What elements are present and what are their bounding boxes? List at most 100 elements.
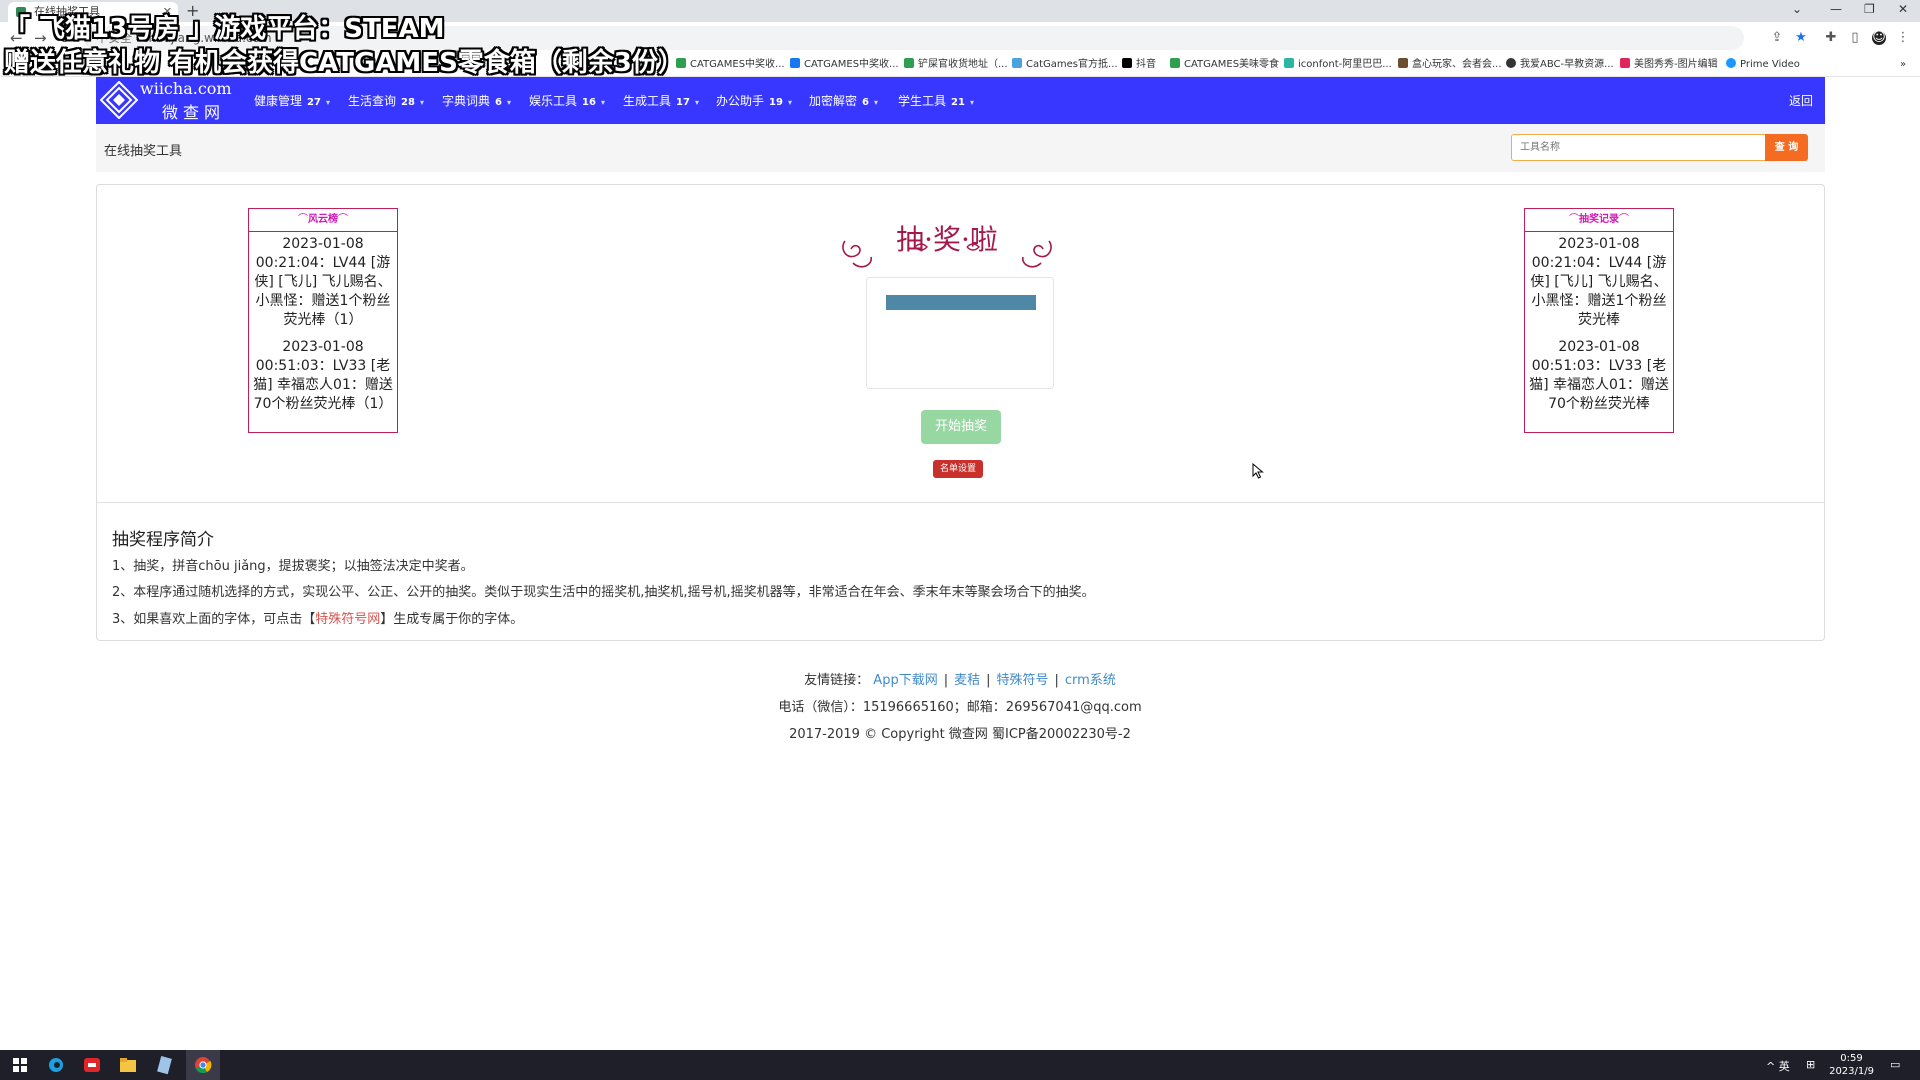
mouse-cursor-icon bbox=[1252, 463, 1264, 479]
stream-overlay-line1: 「 飞猫13号房 」游戏平台：STEAM bbox=[4, 14, 445, 44]
clock-time: 0:59 bbox=[1840, 1053, 1863, 1064]
friend-links: 友情链接： App下载网 | 麦秸 | 特殊符号 | crm系统 bbox=[0, 669, 1920, 688]
nav-menu-life[interactable]: 生活查询 28 ▾ bbox=[348, 92, 424, 109]
tray-input-indicator[interactable]: ^ 英 bbox=[1766, 1058, 1790, 1074]
draw-records-box: ⌒抽奖记录⌒ 2023-01-08 00:21:04：LV44 [游侠] [飞儿… bbox=[1524, 208, 1674, 433]
chevron-down-icon: ▾ bbox=[969, 98, 974, 107]
bookmark-item[interactable]: iconfont-阿里巴巴... bbox=[1284, 57, 1392, 73]
leaderboard-entry: 2023-01-08 00:51:03：LV33 [老猫] 幸福恋人01：赠送7… bbox=[253, 339, 393, 412]
footer-link-special-symbols[interactable]: 特殊符号 bbox=[997, 673, 1049, 688]
chevron-down-icon: ▾ bbox=[325, 98, 330, 107]
back-link[interactable]: 返回 bbox=[1789, 92, 1813, 109]
side-panel-icon[interactable]: ▯ bbox=[1848, 31, 1862, 45]
wiicha-logo-icon[interactable] bbox=[100, 81, 138, 119]
site-navbar: wiicha.com 微查网 健康管理 27 ▾ 生活查询 28 ▾ 字典词典 6 ▾ 娱乐… bbox=[96, 77, 1825, 124]
logo-text-cn: 微查网 bbox=[162, 103, 226, 122]
intro-line-2: 2、本程序通过随机选择的方式，实现公平、公正、公开的抽奖。类似于现实生活中的摇奖… bbox=[112, 585, 1095, 600]
name-list-settings-button[interactable]: 名单设置 bbox=[933, 460, 983, 478]
footer-link-app-download[interactable]: App下载网 bbox=[873, 673, 937, 688]
chrome-browser-icon[interactable] bbox=[193, 1055, 213, 1075]
chevron-down-icon: ▾ bbox=[694, 98, 699, 107]
windows-taskbar: ^ 英 ⊞ 0:59 2023/1/9 ▭ bbox=[0, 1050, 1920, 1080]
restore-icon[interactable]: ❐ bbox=[1864, 2, 1875, 16]
file-explorer-icon[interactable] bbox=[118, 1055, 138, 1075]
start-lottery-button[interactable]: 开始抽奖 bbox=[921, 410, 1001, 444]
nav-menu-office[interactable]: 办公助手 19 ▾ bbox=[716, 92, 792, 109]
footer-link-maijie[interactable]: 麦秸 bbox=[954, 673, 980, 688]
lottery-panel: ⌒风云榜⌒ 2023-01-08 00:21:04：LV44 [游侠] [飞儿]… bbox=[96, 184, 1825, 641]
special-symbols-link[interactable]: 特殊符号网 bbox=[315, 612, 380, 627]
leaderboard-entry: 2023-01-08 00:21:04：LV44 [游侠] [飞儿] 飞儿赐名、… bbox=[254, 236, 392, 328]
stream-overlay-line2: 赠送任意礼物 有机会获得CATGAMES零食箱（剩余3份） bbox=[4, 48, 684, 78]
tab-search-icon[interactable]: ⌄ bbox=[1792, 2, 1802, 16]
nav-menu-entertainment[interactable]: 娱乐工具 16 ▾ bbox=[529, 92, 605, 109]
intro-title: 抽奖程序简介 bbox=[112, 530, 214, 550]
chevron-down-icon: ▾ bbox=[873, 98, 878, 107]
breadcrumb: 在线抽奖工具 bbox=[104, 144, 183, 159]
bookmark-item[interactable]: 盒心玩家、会者会... bbox=[1398, 57, 1502, 73]
panel-divider bbox=[97, 502, 1824, 503]
draw-records-header: ⌒抽奖记录⌒ bbox=[1525, 209, 1673, 232]
draw-record-entry: 2023-01-08 00:51:03：LV33 [老猫] 幸福恋人01：赠送7… bbox=[1529, 339, 1669, 412]
ime-mode-icon[interactable]: ⊞ bbox=[1806, 1058, 1815, 1071]
lottery-title: 抽·奖·啦 bbox=[896, 223, 998, 256]
chevron-down-icon: ▾ bbox=[419, 98, 424, 107]
share-icon[interactable]: ⇪ bbox=[1770, 31, 1784, 45]
footer-link-crm[interactable]: crm系统 bbox=[1065, 673, 1116, 688]
footer-copyright: 2017-2019 © Copyright 微查网 蜀ICP备20002230号… bbox=[789, 727, 1131, 742]
nav-menu-student[interactable]: 学生工具 21 ▾ bbox=[898, 92, 974, 109]
nav-menu-generators[interactable]: 生成工具 17 ▾ bbox=[623, 92, 699, 109]
bookmark-item[interactable]: 美图秀秀-图片编辑 bbox=[1620, 57, 1718, 73]
bookmark-favicon-icon bbox=[1620, 58, 1630, 68]
ornament-icon: ⌒ bbox=[338, 214, 348, 225]
bookmark-favicon-icon bbox=[1284, 58, 1294, 68]
breadcrumb-bar: 在线抽奖工具 查 询 bbox=[96, 124, 1825, 172]
close-window-icon[interactable]: ✕ bbox=[1898, 2, 1908, 16]
profile-avatar-icon[interactable]: ☺ bbox=[1872, 31, 1886, 45]
bookmark-item[interactable]: 抖音 bbox=[1122, 57, 1156, 73]
bookmark-star-icon[interactable]: ★ bbox=[1794, 31, 1808, 45]
windows-start-icon[interactable] bbox=[10, 1055, 30, 1075]
notification-center-icon[interactable]: ▭ bbox=[1890, 1058, 1900, 1071]
lottery-display bbox=[866, 277, 1054, 389]
intro-line-3: 3、如果喜欢上面的字体，可点击【特殊符号网】生成专属于你的字体。 bbox=[112, 612, 524, 627]
search-button[interactable]: 查 询 bbox=[1765, 134, 1808, 161]
minimize-icon[interactable]: — bbox=[1830, 2, 1842, 16]
nav-menu-dictionary[interactable]: 字典词典 6 ▾ bbox=[442, 92, 511, 109]
lottery-result-bar bbox=[886, 295, 1036, 310]
bookmark-item[interactable]: CATGAMES中奖收... bbox=[676, 57, 785, 73]
bookmark-favicon-icon bbox=[1170, 58, 1180, 68]
footer-separator: | bbox=[943, 673, 949, 688]
bookmark-favicon-icon bbox=[1122, 58, 1132, 68]
bookmarks-more-icon[interactable]: » bbox=[1900, 57, 1906, 73]
nav-menu-health[interactable]: 健康管理 27 ▾ bbox=[254, 92, 330, 109]
bookmark-item[interactable]: 我爱ABC-早教资源... bbox=[1506, 57, 1614, 73]
bookmark-item[interactable]: CatGames官方抵... bbox=[1012, 57, 1118, 73]
logo-text-en: wiicha.com bbox=[140, 79, 232, 98]
tool-search-input[interactable] bbox=[1511, 134, 1765, 161]
notepad-icon[interactable] bbox=[154, 1055, 174, 1075]
bookmark-favicon-icon bbox=[904, 58, 914, 68]
leaderboard-header: ⌒风云榜⌒ bbox=[249, 209, 397, 232]
chevron-down-icon: ▾ bbox=[600, 98, 605, 107]
edge-browser-icon[interactable] bbox=[46, 1055, 66, 1075]
ornament-icon: ⌒ bbox=[1569, 214, 1579, 225]
bookmark-item[interactable]: CATGAMES美味零食 bbox=[1170, 57, 1279, 73]
clock-date: 2023/1/9 bbox=[1829, 1066, 1874, 1077]
chevron-down-icon: ▾ bbox=[506, 98, 511, 107]
ornament-icon: ⌒ bbox=[298, 214, 308, 225]
draw-record-entry: 2023-01-08 00:21:04：LV44 [游侠] [飞儿] 飞儿赐名、… bbox=[1530, 236, 1668, 328]
intro-line-1: 1、抽奖，拼音chōu jiǎng，提拔褒奖；以抽签法决定中奖者。 bbox=[112, 559, 474, 574]
streaming-app-icon[interactable] bbox=[82, 1055, 102, 1075]
bookmark-item[interactable]: 铲屎官收货地址（... bbox=[904, 57, 1008, 73]
taskbar-clock[interactable]: 0:59 2023/1/9 bbox=[1829, 1052, 1874, 1078]
bookmark-item[interactable]: CATGAMES中奖收... bbox=[790, 57, 899, 73]
extensions-icon[interactable]: ✚ bbox=[1824, 31, 1838, 45]
bookmark-item[interactable]: Prime Video bbox=[1726, 57, 1800, 73]
bookmark-favicon-icon bbox=[1726, 58, 1736, 68]
nav-menu-crypto[interactable]: 加密解密 6 ▾ bbox=[809, 92, 878, 109]
leaderboard-box: ⌒风云榜⌒ 2023-01-08 00:21:04：LV44 [游侠] [飞儿]… bbox=[248, 208, 398, 433]
lottery-title-art: 抽·奖·啦 bbox=[837, 219, 1057, 279]
footer-separator: | bbox=[1054, 673, 1059, 688]
browser-menu-icon[interactable]: ⋮ bbox=[1896, 31, 1910, 45]
